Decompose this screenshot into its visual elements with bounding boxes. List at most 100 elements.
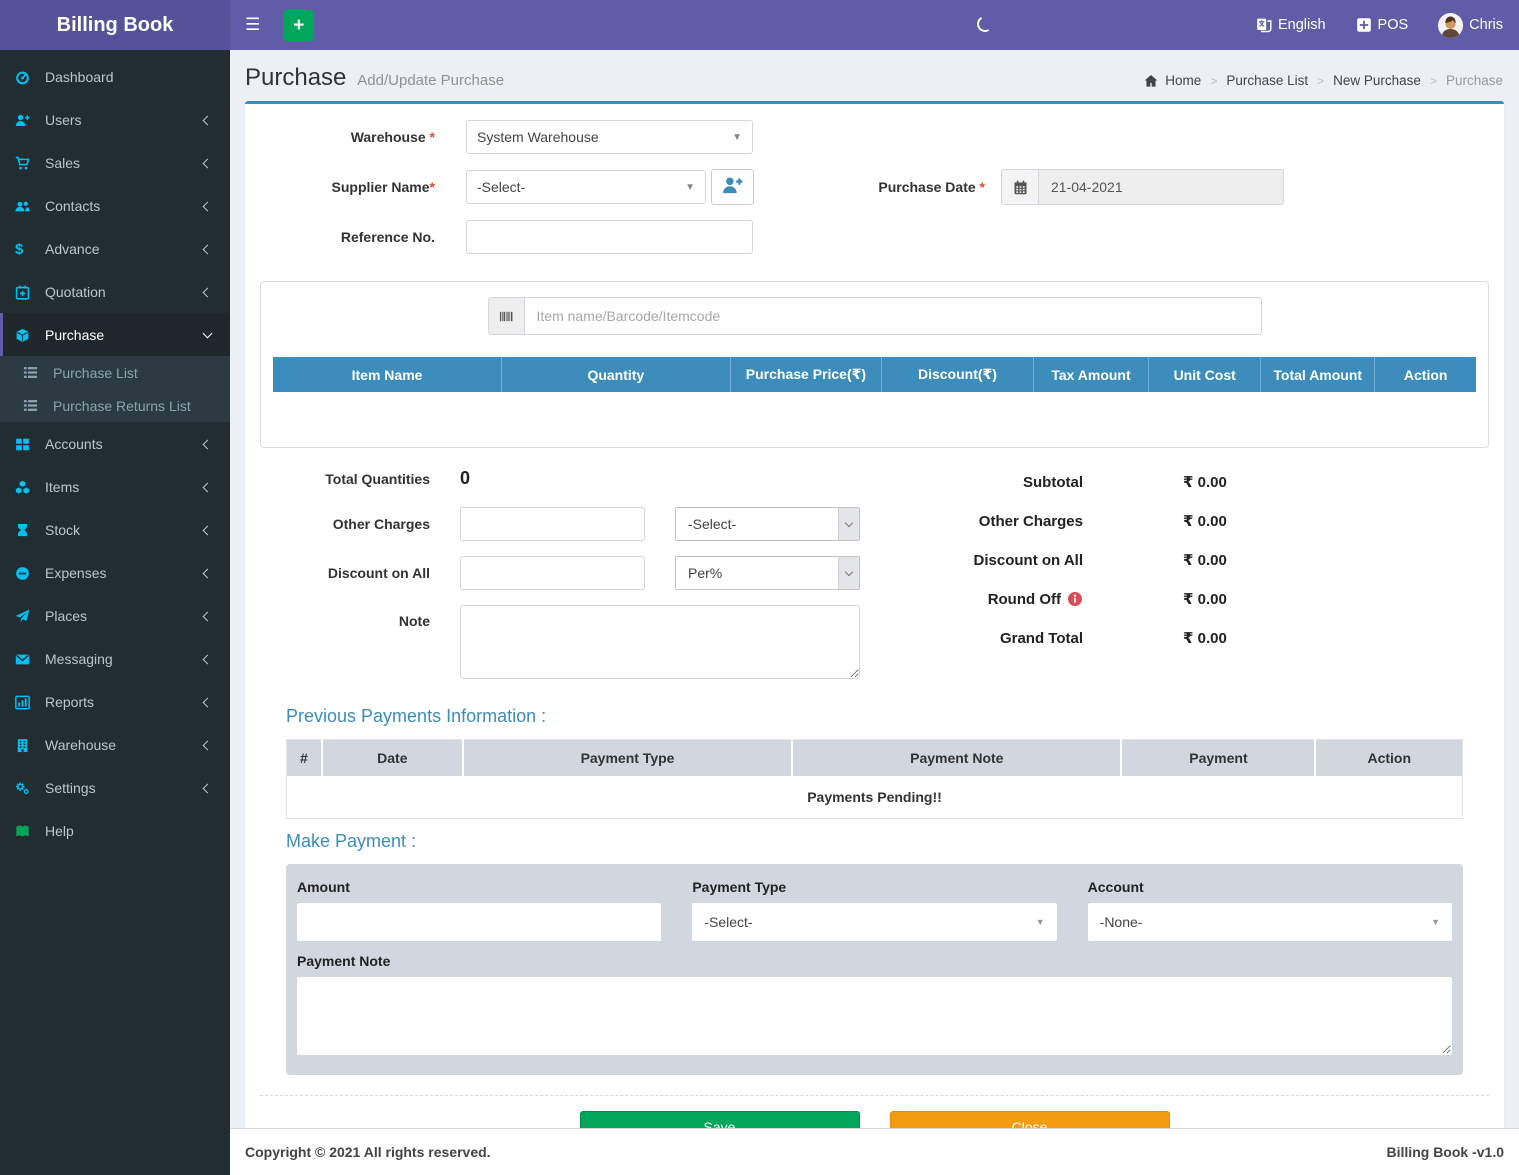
calendar-icon[interactable] [1001,169,1038,205]
sidebar-item-places[interactable]: Places [0,594,230,637]
sidebar-item-users[interactable]: Users [0,98,230,141]
previous-payments-heading: Previous Payments Information : [286,706,547,726]
app-logo[interactable]: Billing Book [0,0,230,50]
navbar-right: English POS Chris [1256,12,1519,38]
save-button[interactable]: Save [579,1111,860,1128]
content-column: Purchase Add/Update Purchase Home > Purcha… [230,50,1519,1175]
sidebar-item-label: Expenses [45,565,107,581]
list-icon [23,365,44,381]
user-menu[interactable]: Chris [1438,12,1503,38]
pos-button[interactable]: POS [1356,17,1408,33]
sidebar-item-purchase[interactable]: Purchase [0,313,230,356]
supplier-label: Supplier Name* [331,179,435,195]
payment-type-select[interactable]: -Select- ▼ [692,903,1057,941]
summary-label: Discount on All [973,551,1083,569]
summary-value: ₹ 0.00 [1183,552,1227,569]
chevron-down-icon [202,328,213,339]
sidebar: Dashboard Users Sales Contacts $ Advance Quota… [0,50,230,1175]
sidebar-item-purchase-list[interactable]: Purchase List [0,356,230,389]
payment-note-textarea[interactable] [297,977,1452,1055]
sidebar-item-dashboard[interactable]: Dashboard [0,55,230,98]
note-label: Note [398,613,430,629]
items-table-empty-row [273,392,1476,419]
reference-label: Reference No. [340,229,435,245]
breadcrumb-separator: > [1317,73,1325,88]
sidebar-item-label: Quotation [45,284,106,300]
chevron-left-icon [202,201,213,211]
sidebar-item-settings[interactable]: Settings [0,766,230,809]
note-textarea[interactable] [460,605,860,679]
warehouse-label: Warehouse * [350,129,435,145]
chevron-left-icon [202,568,213,578]
sidebar-item-label: Advance [45,241,100,257]
page: Billing Book ☰ + English POS Chris Dashb… [0,0,1519,1175]
add-supplier-button[interactable] [711,169,754,205]
chevron-left-icon [202,115,213,125]
info-icon[interactable] [1067,591,1083,607]
sidebar-item-quotation[interactable]: Quotation [0,270,230,313]
sidebar-item-messaging[interactable]: Messaging [0,637,230,680]
breadcrumb: Home > Purchase List > New Purchase > Purchase [1144,73,1503,92]
sidebar-item-stock[interactable]: Stock [0,508,230,551]
account-value: -None- [1099,914,1143,930]
totals-section: Total Quantities 0 Other Charges -Select… [260,468,1489,694]
user-name: Chris [1469,17,1503,33]
other-charges-type-select[interactable]: -Select- [675,507,860,541]
purchase-form: Warehouse * System Warehouse ▼ Supplier … [260,118,1489,271]
sidebar-item-expenses[interactable]: Expenses [0,551,230,594]
summary-label: Grand Total [999,629,1083,647]
sidebar-item-label: Settings [45,780,96,796]
quick-add-button[interactable]: + [283,9,315,41]
payments-column-payment-note: Payment Note [792,739,1123,776]
copyright-text: Copyright © 2021 All rights reserved. [245,1144,491,1160]
navbar: ☰ + English POS Chris [230,0,1519,50]
chevron-left-icon [202,783,213,793]
sidebar-item-warehouse[interactable]: Warehouse [0,723,230,766]
payment-type-label: Payment Type [692,879,787,895]
sidebar-item-sales[interactable]: Sales [0,141,230,184]
purchase-date-label: Purchase Date * [878,179,985,195]
other-charges-type-value: -Select- [688,516,737,532]
warehouse-select[interactable]: System Warehouse ▼ [466,120,753,154]
form-right-column: Purchase Date * 21-04-2021 [860,120,1284,205]
sidebar-item-reports[interactable]: Reports [0,680,230,723]
hamburger-icon[interactable]: ☰ [230,15,275,35]
summary-row-round-off: Round Off ₹ 0.00 [880,590,1361,609]
amount-input[interactable] [297,903,662,941]
amount-label: Amount [297,879,350,895]
discount-type-select[interactable]: Per% [675,556,860,590]
purchase-date-input[interactable]: 21-04-2021 [1038,169,1284,205]
sidebar-item-help[interactable]: Help [0,809,230,852]
sidebar-item-advance[interactable]: $ Advance [0,227,230,270]
breadcrumb-home[interactable]: Home [1165,73,1201,88]
summary-row-subtotal: Subtotal ₹ 0.00 [880,473,1361,492]
gears-icon [15,780,36,796]
sidebar-item-purchase-returns-list[interactable]: Purchase Returns List [0,389,230,422]
account-select[interactable]: -None- ▼ [1087,903,1452,941]
main-row: Dashboard Users Sales Contacts $ Advance Quota… [0,50,1519,1175]
chevron-left-icon [202,697,213,707]
chevron-down-icon [844,567,854,576]
page-subtitle: Add/Update Purchase [357,72,505,89]
close-button[interactable]: Close [889,1111,1170,1128]
breadcrumb-purchase-list[interactable]: Purchase List [1226,73,1308,88]
discount-on-all-input[interactable] [460,556,645,590]
language-menu[interactable]: English [1256,17,1326,33]
items-column-tax-amount: Tax Amount [1033,357,1150,392]
sidebar-item-accounts[interactable]: Accounts [0,422,230,465]
plus-square-icon [1356,17,1372,33]
sidebar-item-items[interactable]: Items [0,465,230,508]
item-search-input[interactable] [523,297,1262,335]
chevron-left-icon [202,439,213,449]
chevron-left-icon [202,482,213,492]
chevron-down-icon: ▼ [1431,917,1440,927]
chevron-left-icon [202,654,213,664]
sidebar-item-contacts[interactable]: Contacts [0,184,230,227]
other-charges-input[interactable] [460,507,645,541]
reference-input[interactable] [466,220,753,254]
supplier-select[interactable]: -Select- ▼ [466,170,706,204]
totals-summary: Subtotal ₹ 0.00 Other Charges ₹ 0.00 Discoun… [880,468,1489,694]
summary-label: Round Off [988,591,1083,608]
breadcrumb-new-purchase[interactable]: New Purchase [1333,73,1421,88]
form-actions: Save Close [260,1095,1489,1128]
